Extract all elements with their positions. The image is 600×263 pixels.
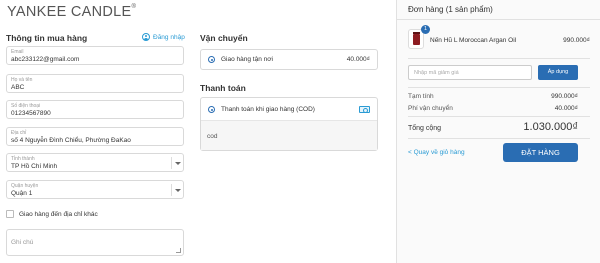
phone-field[interactable]: Số điện thoại 01234567890: [6, 100, 184, 119]
order-summary: Đơn hàng (1 sản phẩm) 1 Nến Hũ L Morocca…: [396, 0, 600, 263]
shipping-fee-value: 40.000₫: [554, 105, 578, 112]
cash-icon: [359, 106, 370, 113]
subtotal-value: 990.000₫: [551, 93, 578, 100]
registered-mark: ®: [131, 4, 137, 10]
province-value: TP Hồ Chí Minh: [11, 163, 58, 170]
payment-option-label: Thanh toán khi giao hàng (COD): [221, 106, 315, 113]
alt-address-label: Giao hàng đến địa chỉ khác: [19, 210, 98, 218]
shipping-title: Vận chuyển: [200, 33, 248, 43]
divider: [408, 116, 590, 117]
chevron-down-icon: [171, 157, 183, 169]
product-price: 990.000₫: [563, 37, 590, 44]
payment-option[interactable]: Thanh toán khi giao hàng (COD) cod: [200, 97, 378, 151]
payment-detail-text: cod: [207, 133, 218, 140]
total-label: Tổng cộng: [408, 125, 442, 132]
divider: [408, 58, 590, 59]
checkout-main: YANKEE CANDLE® Thông tin mua hàng Đăng n…: [0, 0, 396, 263]
login-link[interactable]: Đăng nhập: [142, 33, 185, 41]
alt-address-option[interactable]: Giao hàng đến địa chỉ khác: [6, 210, 98, 218]
district-label: Quận huyện: [11, 183, 39, 189]
discount-code-input[interactable]: Nhập mã giảm giá: [408, 65, 532, 80]
address-field[interactable]: Địa chỉ số 4 Nguyễn Đình Chiểu, Phường Đ…: [6, 127, 184, 146]
chevron-down-icon: [171, 184, 183, 196]
payment-radio[interactable]: [208, 106, 215, 113]
fullname-field[interactable]: Họ và tên ABC: [6, 74, 184, 93]
divider: [408, 87, 590, 88]
phone-value: 01234567890: [11, 110, 51, 117]
shipping-fee-row: Phí vận chuyển 40.000₫: [408, 105, 578, 112]
divider: [408, 138, 590, 139]
province-select[interactable]: Tỉnh thành TP Hồ Chí Minh: [6, 153, 184, 172]
payment-title: Thanh toán: [200, 83, 246, 93]
payment-detail: cod: [201, 120, 377, 150]
user-circle-icon: [142, 33, 150, 41]
address-value: số 4 Nguyễn Đình Chiểu, Phường ĐaKao: [11, 137, 131, 144]
shipping-option[interactable]: Giao hàng tận nơi 40.000₫: [200, 49, 378, 70]
customer-info-title: Thông tin mua hàng: [6, 33, 88, 43]
address-label: Địa chỉ: [11, 130, 27, 136]
note-placeholder: Ghi chú: [11, 239, 34, 246]
shipping-fee-label: Phí vận chuyển: [408, 105, 453, 112]
fullname-value: ABC: [11, 84, 25, 91]
resize-grip-icon[interactable]: [176, 248, 181, 253]
apply-discount-button[interactable]: Áp dụng: [538, 65, 578, 80]
province-label: Tỉnh thành: [11, 156, 35, 162]
email-label: Email: [11, 49, 24, 55]
login-link-label: Đăng nhập: [153, 33, 185, 41]
order-summary-header: Đơn hàng (1 sản phẩm): [397, 0, 600, 20]
discount-placeholder: Nhập mã giảm giá: [414, 70, 459, 76]
logo-text: YANKEE CANDLE: [7, 4, 132, 20]
subtotal-label: Tạm tính: [408, 93, 434, 100]
quantity-badge: 1: [421, 25, 430, 34]
shipping-radio[interactable]: [208, 56, 215, 63]
brand-logo[interactable]: YANKEE CANDLE®: [7, 4, 136, 20]
alt-address-checkbox[interactable]: [6, 210, 14, 218]
district-select[interactable]: Quận huyện Quận 1: [6, 180, 184, 199]
place-order-button[interactable]: ĐẶT HÀNG: [503, 143, 578, 162]
phone-label: Số điện thoại: [11, 103, 41, 109]
shipping-option-label: Giao hàng tận nơi: [221, 56, 273, 63]
email-field[interactable]: Email abc233122@gmail.com: [6, 46, 184, 65]
product-name: Nến Hũ L Moroccan Argan Oil: [430, 37, 517, 44]
subtotal-row: Tạm tính 990.000₫: [408, 93, 578, 100]
email-value: abc233122@gmail.com: [11, 56, 80, 63]
note-textarea[interactable]: Ghi chú: [6, 229, 184, 256]
district-value: Quận 1: [11, 190, 33, 197]
shipping-option-price: 40.000₫: [346, 56, 370, 63]
order-summary-title: Đơn hàng (1 sản phẩm): [408, 5, 493, 14]
total-value: 1.030.000₫: [523, 121, 578, 133]
back-to-cart-link[interactable]: < Quay về giỏ hàng: [408, 149, 465, 156]
candle-jar-icon: [413, 32, 420, 45]
fullname-label: Họ và tên: [11, 77, 33, 83]
